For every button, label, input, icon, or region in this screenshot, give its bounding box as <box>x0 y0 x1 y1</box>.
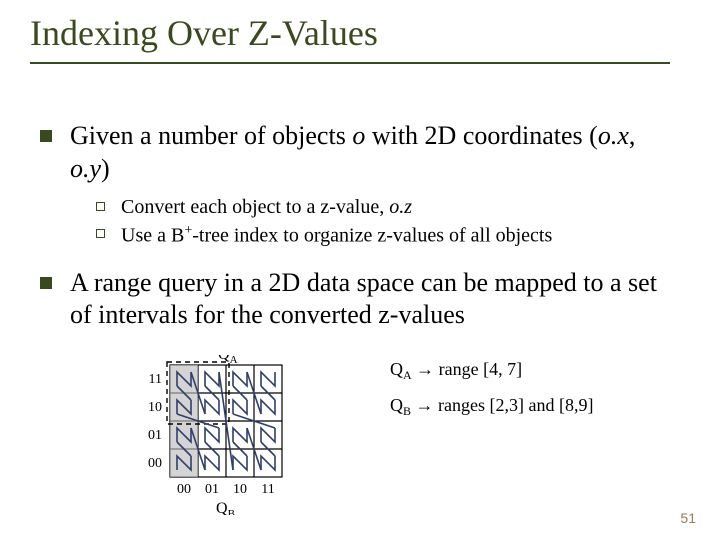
page-number: 51 <box>680 510 696 526</box>
var-oz: o.z <box>389 196 412 218</box>
slide: Indexing Over Z-Values Given a number of… <box>0 0 720 540</box>
text: Convert each object to a z-value, <box>121 196 389 218</box>
slide-title: Indexing Over Z-Values <box>30 14 378 54</box>
text: with 2D coordinates ( <box>365 121 598 150</box>
qb-label: QB <box>216 500 235 515</box>
text: Use a B <box>121 225 184 247</box>
text: ) <box>101 154 110 183</box>
text: -tree index to organize z-values of all … <box>192 225 552 247</box>
qa-label: QA <box>218 355 238 366</box>
body: Given a number of objects o with 2D coor… <box>40 120 680 338</box>
y-tick-01: 01 <box>148 428 162 443</box>
x-tick-10: 10 <box>233 482 247 497</box>
x-tick-01: 01 <box>205 482 219 497</box>
sub-bullet-2: Use a B+-tree index to organize z-values… <box>96 222 680 249</box>
y-tick-10: 10 <box>148 400 162 415</box>
figure-svg: 11 10 01 00 00 01 10 11 QA QB QA → range… <box>130 355 650 515</box>
text: Given a number of objects <box>70 121 352 150</box>
square-bullet-icon <box>40 130 52 142</box>
title-block: Indexing Over Z-Values <box>30 14 378 54</box>
hollow-square-bullet-icon <box>96 229 105 238</box>
var-ox: o.x <box>598 121 629 150</box>
y-tick-00: 00 <box>148 456 162 471</box>
range-qa-text: QA → range [4, 7] <box>390 359 522 382</box>
sub-bullet-1: Convert each object to a z-value, o.z <box>96 195 680 220</box>
title-underline <box>30 62 670 64</box>
square-bullet-icon <box>40 277 52 289</box>
var-o: o <box>352 121 365 150</box>
text: , <box>629 121 636 150</box>
sub-bullet-1-text: Convert each object to a z-value, o.z <box>121 195 412 220</box>
z-value-figure: 11 10 01 00 00 01 10 11 QA QB QA → range… <box>130 355 650 515</box>
var-oy: o.y <box>70 154 101 183</box>
bullet-1-text: Given a number of objects o with 2D coor… <box>70 120 680 185</box>
bullet-2: A range query in a 2D data space can be … <box>40 267 680 332</box>
y-tick-11: 11 <box>149 372 162 387</box>
hollow-square-bullet-icon <box>96 202 105 211</box>
bullet-1: Given a number of objects o with 2D coor… <box>40 120 680 185</box>
x-tick-11: 11 <box>261 482 274 497</box>
range-qb-text: QB → ranges [2,3] and [8,9] <box>390 395 593 418</box>
sub-bullets: Convert each object to a z-value, o.z Us… <box>96 195 680 249</box>
bullet-2-text: A range query in a 2D data space can be … <box>70 267 680 332</box>
x-tick-00: 00 <box>177 482 191 497</box>
sub-bullet-2-text: Use a B+-tree index to organize z-values… <box>121 222 552 249</box>
